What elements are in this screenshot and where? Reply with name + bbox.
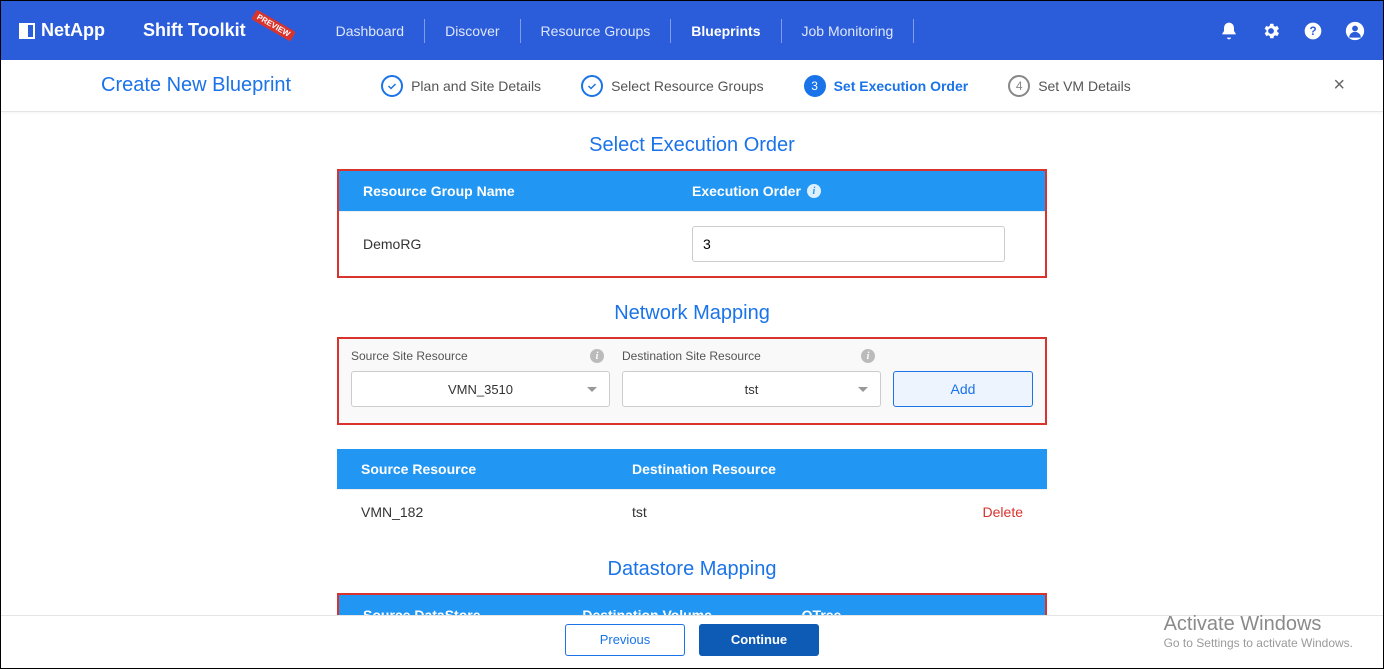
- wizard-steps: Plan and Site Details Select Resource Gr…: [381, 75, 1325, 97]
- source-site-select[interactable]: VMN_3510: [351, 371, 610, 407]
- step-execution-order[interactable]: 3 Set Execution Order: [804, 75, 969, 97]
- execution-table-header: Resource Group Name Execution Order i: [339, 171, 1045, 211]
- section-title-execution: Select Execution Order: [1, 134, 1383, 157]
- label-source-site: Source Site Resourcei: [351, 349, 610, 363]
- step-select-rg[interactable]: Select Resource Groups: [581, 75, 764, 97]
- step-vm-details[interactable]: 4 Set VM Details: [1008, 75, 1131, 97]
- execution-table-row: DemoRG: [339, 211, 1045, 276]
- brand-name: NetApp: [41, 20, 105, 41]
- network-table-row: VMN_182 tst Delete: [337, 489, 1047, 534]
- network-mapping-table: Source Resource Destination Resource VMN…: [337, 449, 1047, 534]
- info-icon[interactable]: i: [590, 349, 604, 363]
- info-icon[interactable]: i: [861, 349, 875, 363]
- gear-icon[interactable]: [1261, 21, 1281, 41]
- destination-resource-cell: tst: [632, 504, 903, 520]
- previous-button[interactable]: Previous: [565, 624, 685, 656]
- svg-text:?: ?: [1309, 25, 1316, 38]
- step-plan-site[interactable]: Plan and Site Details: [381, 75, 541, 97]
- info-icon[interactable]: i: [807, 184, 821, 198]
- execution-order-panel: Resource Group Name Execution Order i De…: [337, 169, 1047, 278]
- close-icon[interactable]: ×: [1325, 70, 1353, 101]
- header-source-resource: Source Resource: [361, 461, 632, 477]
- section-title-network: Network Mapping: [1, 302, 1383, 325]
- preview-badge: PREVIEW: [251, 10, 295, 42]
- bell-icon[interactable]: [1219, 21, 1239, 41]
- header-destination-resource: Destination Resource: [632, 461, 903, 477]
- label-destination-site: Destination Site Resourcei: [622, 349, 881, 363]
- header-execution-order: Execution Order i: [692, 183, 1021, 199]
- network-mapping-form: Source Site Resourcei VMN_3510 Destinati…: [337, 337, 1047, 425]
- network-table-header: Source Resource Destination Resource: [337, 449, 1047, 489]
- execution-order-input[interactable]: [692, 226, 1005, 262]
- app-header: NetApp Shift Toolkit PREVIEW Dashboard D…: [1, 1, 1383, 60]
- nav-divider-end: [913, 19, 914, 43]
- check-icon: [581, 75, 603, 97]
- nav-discover[interactable]: Discover: [424, 19, 519, 43]
- user-icon[interactable]: [1345, 21, 1365, 41]
- windows-watermark: Activate Windows Go to Settings to activ…: [1164, 613, 1353, 650]
- destination-site-select[interactable]: tst: [622, 371, 881, 407]
- section-title-datastore: Datastore Mapping: [1, 558, 1383, 581]
- header-rg-name: Resource Group Name: [363, 183, 692, 199]
- page-title: Create New Blueprint: [101, 74, 291, 97]
- step-number-4: 4: [1008, 75, 1030, 97]
- netapp-logo-icon: [19, 23, 35, 39]
- nav-dashboard[interactable]: Dashboard: [316, 19, 425, 43]
- rg-name-cell: DemoRG: [363, 236, 692, 252]
- add-mapping-button[interactable]: Add: [893, 371, 1033, 407]
- header-actions: ?: [1219, 21, 1365, 41]
- source-resource-cell: VMN_182: [361, 504, 632, 520]
- nav-job-monitoring[interactable]: Job Monitoring: [781, 19, 914, 43]
- nav-blueprints[interactable]: Blueprints: [670, 19, 780, 43]
- help-icon[interactable]: ?: [1303, 21, 1323, 41]
- step-number-3: 3: [804, 75, 826, 97]
- wizard-content: Select Execution Order Resource Group Na…: [1, 112, 1383, 620]
- main-nav: Dashboard Discover Resource Groups Bluep…: [316, 1, 915, 60]
- watermark-title: Activate Windows: [1164, 613, 1353, 636]
- continue-button[interactable]: Continue: [699, 624, 819, 656]
- watermark-subtitle: Go to Settings to activate Windows.: [1164, 636, 1353, 650]
- brand-logo: NetApp: [19, 20, 105, 41]
- check-icon: [381, 75, 403, 97]
- nav-resource-groups[interactable]: Resource Groups: [520, 19, 671, 43]
- product-name: Shift Toolkit PREVIEW: [143, 20, 296, 41]
- wizard-header: Create New Blueprint Plan and Site Detai…: [1, 60, 1383, 112]
- delete-mapping-link[interactable]: Delete: [903, 504, 1023, 520]
